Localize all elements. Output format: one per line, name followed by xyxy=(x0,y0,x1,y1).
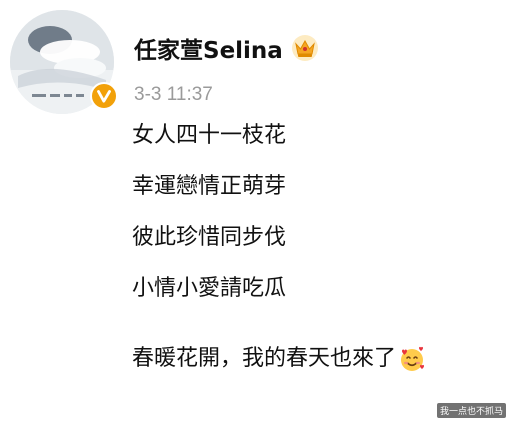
post-content: 女人四十一枝花 幸運戀情正萌芽 彼此珍惜同步伐 小情小愛請吃瓜 春暖花開，我的春… xyxy=(132,123,502,373)
author-avatar-area[interactable] xyxy=(10,10,118,114)
post-line: 幸運戀情正萌芽 xyxy=(132,174,287,199)
watermark: 我一点也不抓马 xyxy=(436,403,506,418)
post-last-line: 春暖花開，我的春天也來了 xyxy=(132,345,502,373)
author-name[interactable]: 任家萱Selina xyxy=(134,31,283,65)
post-last-line-text: 春暖花開，我的春天也來了 xyxy=(132,346,397,371)
author-row: 任家萱Selina xyxy=(134,30,319,66)
post-timestamp: 3-3 11:37 xyxy=(134,84,213,105)
crown-icon[interactable] xyxy=(291,34,319,62)
post-line: 小情小愛請吃瓜 xyxy=(132,276,287,301)
weibo-post: 任家萱Selina 3-3 11:37 女人四十一枝花 幸運戀情正萌芽 彼此珍惜… xyxy=(0,0,512,424)
post-line: 彼此珍惜同步伐 xyxy=(132,225,287,250)
post-line: 女人四十一枝花 xyxy=(132,123,287,148)
smiling-face-with-hearts-icon xyxy=(398,345,426,373)
verified-v-icon xyxy=(90,82,118,110)
